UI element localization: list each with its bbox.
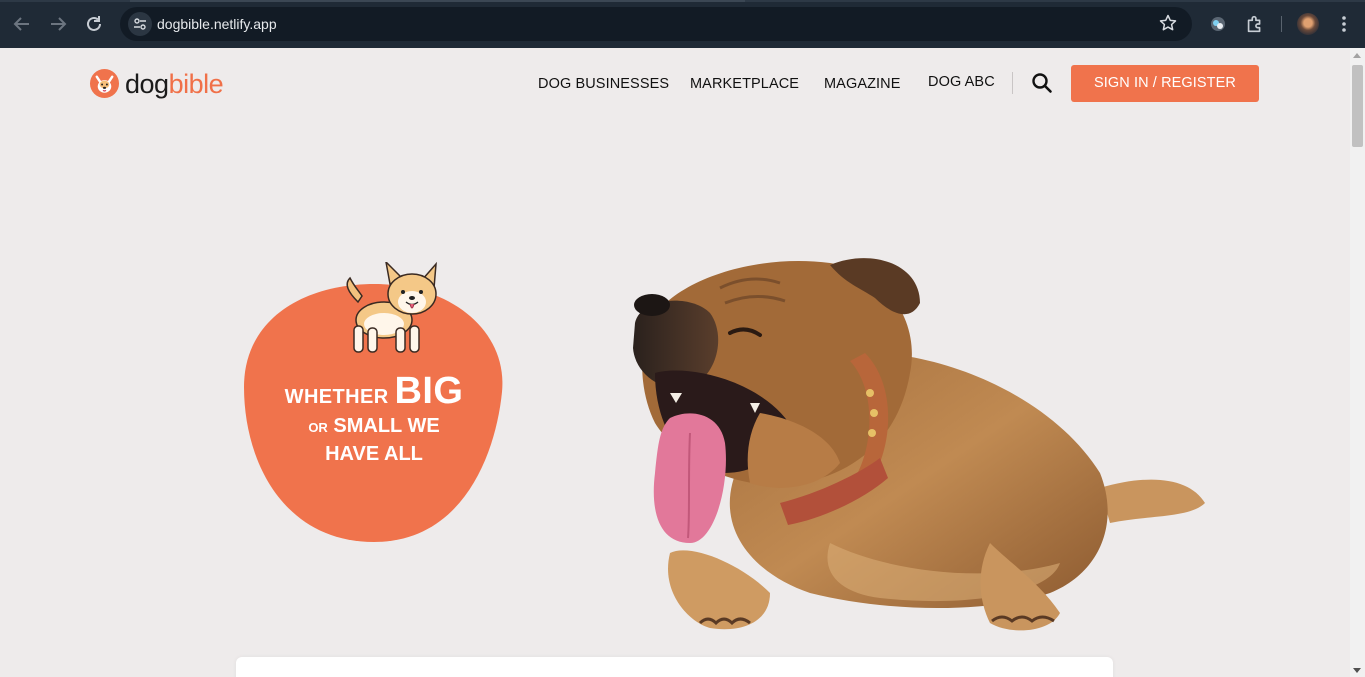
nav-magazine[interactable]: MAGAZINE xyxy=(824,76,901,92)
tab-strip-edge xyxy=(0,0,1365,2)
kebab-menu-icon xyxy=(1342,16,1346,32)
back-button[interactable] xyxy=(10,12,34,36)
site-info-button[interactable] xyxy=(128,12,152,36)
nav-divider xyxy=(1012,72,1013,94)
extensions-menu-button[interactable] xyxy=(1244,13,1266,35)
address-bar[interactable]: dogbible.netlify.app xyxy=(120,7,1192,41)
search-panel-card xyxy=(236,657,1113,677)
logo-text-bible: bible xyxy=(168,68,224,99)
toolbar-separator xyxy=(1281,16,1282,32)
extension-button[interactable] xyxy=(1207,13,1229,35)
star-icon xyxy=(1159,14,1177,31)
nav-dog-abc[interactable]: DOG ABC xyxy=(928,74,995,90)
hero-dog-image xyxy=(633,258,1205,631)
hero-tagline: WHETHER BIG OR SMALL WE HAVE ALL xyxy=(258,370,490,467)
browser-toolbar: dogbible.netlify.app xyxy=(0,0,1365,48)
tagline-or: OR xyxy=(308,420,328,435)
web-page: dogbible DOG BUSINESSES MARKETPLACE MAGA… xyxy=(0,48,1350,677)
corgi-illustration xyxy=(346,262,437,353)
tagline-small-we: SMALL WE xyxy=(333,415,440,437)
extension-colorful-icon xyxy=(1211,17,1225,31)
tagline-have-all: HAVE ALL xyxy=(325,443,423,465)
url-text[interactable]: dogbible.netlify.app xyxy=(157,16,277,32)
tune-icon xyxy=(134,18,146,30)
scroll-down-arrow-icon[interactable] xyxy=(1353,668,1361,673)
site-logo[interactable]: dogbible xyxy=(89,68,224,99)
logo-text-dog: dog xyxy=(125,68,169,99)
puzzle-icon xyxy=(1247,15,1261,33)
nav-marketplace[interactable]: MARKETPLACE xyxy=(690,76,799,92)
forward-button[interactable] xyxy=(46,12,70,36)
sign-in-register-button[interactable]: SIGN IN / REGISTER xyxy=(1071,65,1259,102)
search-button[interactable] xyxy=(1031,72,1053,94)
profile-avatar[interactable] xyxy=(1297,13,1319,35)
scroll-up-arrow-icon[interactable] xyxy=(1353,53,1361,58)
reload-button[interactable] xyxy=(82,12,106,36)
tagline-whether: WHETHER xyxy=(284,386,389,408)
logo-wordmark: dogbible xyxy=(125,68,224,99)
arrow-right-icon xyxy=(51,17,67,31)
reload-icon xyxy=(87,16,101,31)
dog-face-logo-icon xyxy=(89,68,120,99)
browser-menu-button[interactable] xyxy=(1334,12,1354,42)
page-scrollbar[interactable] xyxy=(1350,48,1365,677)
nav-dog-businesses[interactable]: DOG BUSINESSES xyxy=(538,76,669,92)
scrollbar-thumb[interactable] xyxy=(1352,65,1363,147)
tagline-big: BIG xyxy=(394,370,464,412)
search-icon xyxy=(1032,73,1052,93)
arrow-left-icon xyxy=(13,17,29,31)
bookmark-button[interactable] xyxy=(1158,13,1178,38)
